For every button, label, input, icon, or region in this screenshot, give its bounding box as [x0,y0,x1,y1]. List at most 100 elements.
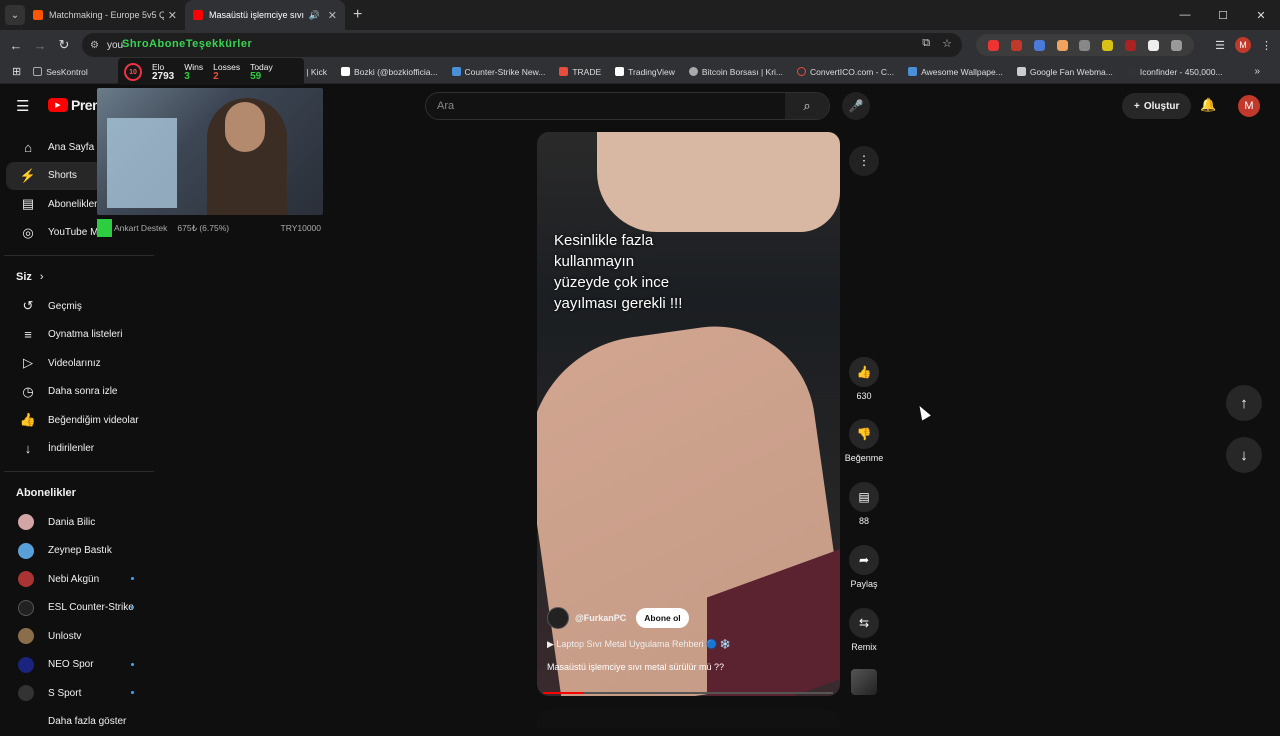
close-tab-icon[interactable]: ✕ [168,9,177,22]
account-avatar[interactable]: M [1238,95,1260,117]
extension-icon[interactable] [1034,40,1045,51]
ticker-accent [97,219,112,237]
bookmark-item[interactable]: Awesome Wallpape... [908,67,1003,77]
hamburger-menu-icon[interactable]: ☰ [16,97,29,115]
subscription-item[interactable]: Unlostv [0,622,160,651]
media-control-icon[interactable]: ☰ [1215,39,1225,52]
extensions-puzzle-icon[interactable] [1171,40,1182,51]
clock-icon: ◷ [18,384,38,400]
sidebar-item-label: Ana Sayfa [48,142,94,153]
channel-avatar [18,600,34,616]
sidebar-section-you[interactable]: Siz› [0,262,160,292]
previous-short-button[interactable]: ↑ [1226,385,1262,421]
comments-button[interactable]: ▤88 [849,482,879,512]
extension-icon[interactable] [1125,40,1136,51]
remix-button[interactable]: ⇆Remix [849,608,879,638]
extension-icon[interactable] [1148,40,1159,51]
section-title: Abonelikler [16,487,76,499]
browser-toolbar: ← → ↻ ⚙ you ShroAboneTeşekkürler ⧉ ☆ ☰ M… [0,30,1280,60]
forward-icon[interactable]: → [28,38,52,53]
tradingview-icon [615,67,624,76]
extension-icon[interactable] [988,40,999,51]
playlists-icon: ≡ [18,327,38,342]
playlist-link[interactable]: ▶ Laptop Sıvı Metal Uygulama Rehberi 🔵 ❄… [547,639,830,650]
bookmark-item[interactable]: TradingView [615,67,675,77]
sidebar-item-watch-later[interactable]: ◷Daha sonra izle [0,378,160,407]
profile-avatar[interactable]: M [1235,37,1251,53]
dislike-button[interactable]: 👎Beğenme [849,419,879,449]
plus-icon: + [1134,101,1140,112]
address-bar[interactable]: ⚙ you ShroAboneTeşekkürler ⧉ ☆ [82,33,962,57]
search-icon[interactable]: ⌕ [785,93,829,119]
sidebar-item-downloads[interactable]: ↓İndirilenler [0,435,160,464]
bookmark-item[interactable]: TRADE [559,67,601,77]
create-button[interactable]: + Oluştur [1122,93,1191,119]
next-short-preview[interactable] [537,709,840,729]
channel-handle[interactable]: @FurkanPC [575,613,626,623]
wallpaper-icon [908,67,917,76]
browser-tab-youtube[interactable]: Masaüstü işlemciye sıvı me 🔊 ✕ [185,0,345,30]
youtube-logo[interactable]: ▶ Prem [48,97,104,113]
browser-menu-icon[interactable]: ⋮ [1261,39,1272,52]
subscription-item[interactable]: Nebi Akgün [0,565,160,594]
close-tab-icon[interactable]: ✕ [328,9,337,22]
video-title[interactable]: Masaüstü işlemciye sıvı metal sürülür mü… [547,662,830,672]
bookmark-label: Iconfinder - 450,000... [1140,67,1223,77]
bookmark-star-icon[interactable]: ☆ [942,37,952,50]
tab-search-button[interactable]: ⌄ [5,5,25,25]
apps-grid-icon[interactable]: ⊞ [12,65,21,78]
browser-tab-faceit[interactable]: Matchmaking - Europe 5v5 Qu ✕ [25,0,185,30]
site-info-icon[interactable]: ⚙ [90,40,99,51]
extension-icon[interactable] [1057,40,1068,51]
sidebar-item-history[interactable]: ↺Geçmiş [0,292,160,321]
bookmark-item[interactable]: SesKontrol [33,67,88,77]
bookmark-item[interactable]: Bozki (@bozkiofficia... [341,67,438,77]
sound-thumbnail[interactable] [851,669,877,695]
bookmark-item[interactable]: Counter-Strike New... [452,67,546,77]
playlist-title: Laptop Sıvı Metal Uygulama Rehberi 🔵 ❄️ [556,639,731,649]
short-video-player[interactable]: Kesinlikle fazla kullanmayın yüzeyde çok… [537,132,840,696]
subscription-item[interactable]: Dania Bilic [0,508,160,537]
bookmark-item[interactable]: ConvertICO.com - C... [797,67,894,77]
show-more-item[interactable]: Daha fazla göster [0,708,160,736]
subscription-item[interactable]: Zeynep Bastık [0,537,160,566]
more-options-icon[interactable]: ⋮ [849,146,879,176]
home-icon: ⌂ [18,140,38,155]
comment-count: 88 [829,516,899,526]
extension-icon[interactable] [1079,40,1090,51]
bookmark-item[interactable]: Google Fan Webma... [1017,67,1113,77]
subscription-item[interactable]: NEO Spor [0,651,160,680]
maximize-icon[interactable]: ☐ [1204,0,1242,30]
minimize-icon[interactable]: — [1166,0,1204,30]
bookmark-item[interactable]: Bitcoin Borsası | Kri... [689,67,783,77]
back-icon[interactable]: ← [4,38,28,53]
subscription-item[interactable]: S Sport [0,679,160,708]
search-input[interactable]: Ara ⌕ [425,92,830,120]
install-app-icon[interactable]: ⧉ [922,37,930,50]
sidebar-item-your-videos[interactable]: ▷Videolarınız [0,349,160,378]
share-button[interactable]: ➦Paylaş [849,545,879,575]
subscribe-button[interactable]: Abone ol [636,608,688,628]
sidebar-item-liked-videos[interactable]: 👍Beğendiğim videolar [0,406,160,435]
channel-avatar[interactable] [547,607,569,629]
extension-icon[interactable] [1011,40,1022,51]
sidebar-item-playlists[interactable]: ≡Oynatma listeleri [0,321,160,350]
speaker-icon[interactable]: 🔊 [309,10,320,21]
voice-search-icon[interactable]: 🎤 [842,92,870,120]
extension-icon[interactable] [1102,40,1113,51]
hltv-icon [452,67,461,76]
comment-icon: ▤ [849,482,879,512]
bookmark-label: Awesome Wallpape... [921,67,1003,77]
close-window-icon[interactable]: ✕ [1242,0,1280,30]
more-bookmarks-icon[interactable]: » [1254,66,1260,77]
notifications-bell-icon[interactable]: 🔔 [1200,97,1216,113]
reload-icon[interactable]: ↻ [52,37,76,53]
next-short-button[interactable]: ↓ [1226,437,1262,473]
subscription-item[interactable]: ESL Counter-Strike [0,594,160,623]
video-progress-bar[interactable] [543,692,833,694]
bookmark-item[interactable]: Iconfinder - 450,000... [1127,67,1223,77]
chevron-down-icon [18,714,34,730]
channel-name: Unlostv [48,631,81,642]
like-button[interactable]: 👍630 [849,357,879,387]
new-tab-button[interactable]: + [353,6,362,24]
